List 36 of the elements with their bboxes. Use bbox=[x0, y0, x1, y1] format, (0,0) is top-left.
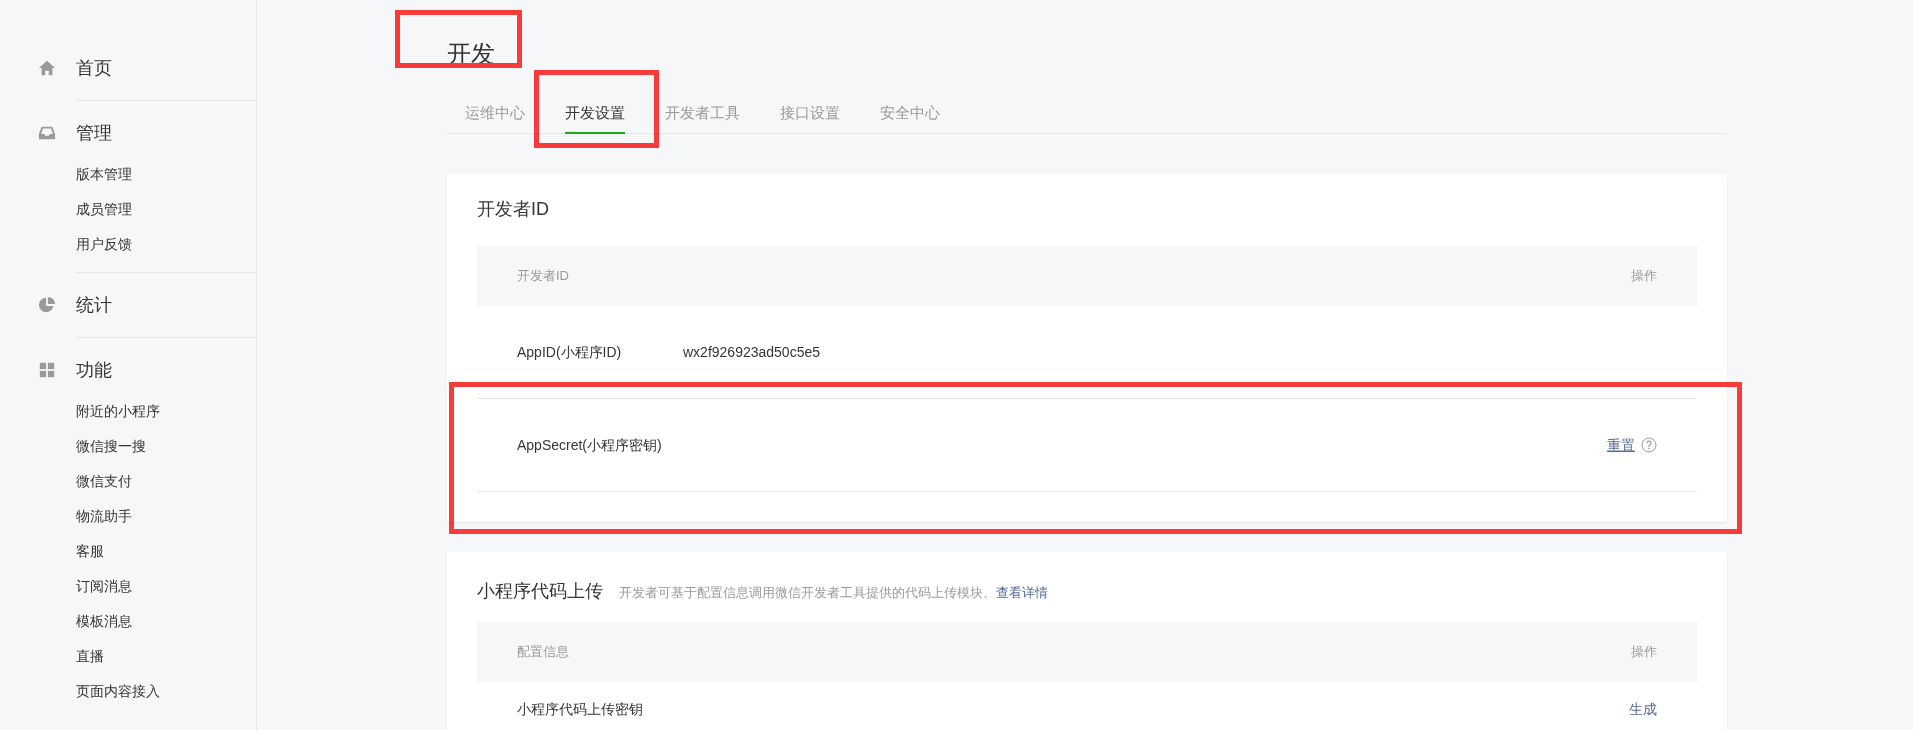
column-header: 配置信息 bbox=[517, 643, 569, 662]
generate-link[interactable]: 生成 bbox=[1629, 698, 1657, 720]
sidebar-item[interactable]: 订阅消息 bbox=[76, 569, 256, 604]
details-link[interactable]: 查看详情 bbox=[996, 585, 1048, 600]
tab[interactable]: 开发设置 bbox=[565, 94, 625, 134]
card-title: 小程序代码上传 bbox=[477, 580, 603, 603]
table-cell-text: AppSecret(小程序密钥) bbox=[517, 435, 663, 455]
help-icon bbox=[1641, 437, 1657, 453]
column-header: 操作 bbox=[1631, 643, 1657, 662]
sidebar-item[interactable]: 版本管理 bbox=[76, 157, 256, 192]
sidebar-item[interactable]: 微信搜一搜 bbox=[76, 429, 256, 464]
card-description: 开发者可基于配置信息调用微信开发者工具提供的代码上传模块。查看详情 bbox=[619, 584, 1048, 602]
pie-chart-icon bbox=[38, 296, 56, 314]
sidebar-section[interactable]: 统计 bbox=[76, 291, 112, 319]
card-title: 开发者ID bbox=[477, 198, 550, 221]
sidebar-item[interactable]: 成员管理 bbox=[76, 192, 256, 227]
sidebar-item[interactable]: 附近的小程序 bbox=[76, 394, 256, 429]
sidebar-item[interactable]: 物流助手 bbox=[76, 499, 256, 534]
grid-icon bbox=[38, 361, 56, 379]
table-cell-text: AppID(小程序ID) bbox=[517, 342, 623, 362]
column-header: 操作 bbox=[1631, 267, 1657, 286]
sidebar-item[interactable]: 微信支付 bbox=[76, 464, 256, 499]
sidebar-item[interactable]: 页面内容接入 bbox=[76, 674, 256, 709]
tray-icon bbox=[38, 124, 56, 142]
column-header: 开发者ID bbox=[517, 267, 569, 286]
table-cell-text: wx2f926923ad50c5e5 bbox=[683, 342, 820, 362]
sidebar-item[interactable]: 模板消息 bbox=[76, 604, 256, 639]
sidebar-item[interactable]: 客服 bbox=[76, 534, 256, 569]
sidebar-section[interactable]: 功能 bbox=[76, 356, 112, 384]
sidebar-section[interactable]: 首页 bbox=[76, 54, 112, 82]
sidebar-item[interactable]: 直播 bbox=[76, 639, 256, 674]
home-icon bbox=[38, 59, 56, 77]
reset-link[interactable]: 重置 bbox=[1607, 434, 1635, 456]
table-cell-text: 小程序代码上传密钥 bbox=[517, 699, 643, 719]
sidebar-section[interactable]: 管理 bbox=[76, 119, 112, 147]
sidebar-item[interactable]: 用户反馈 bbox=[76, 227, 256, 262]
